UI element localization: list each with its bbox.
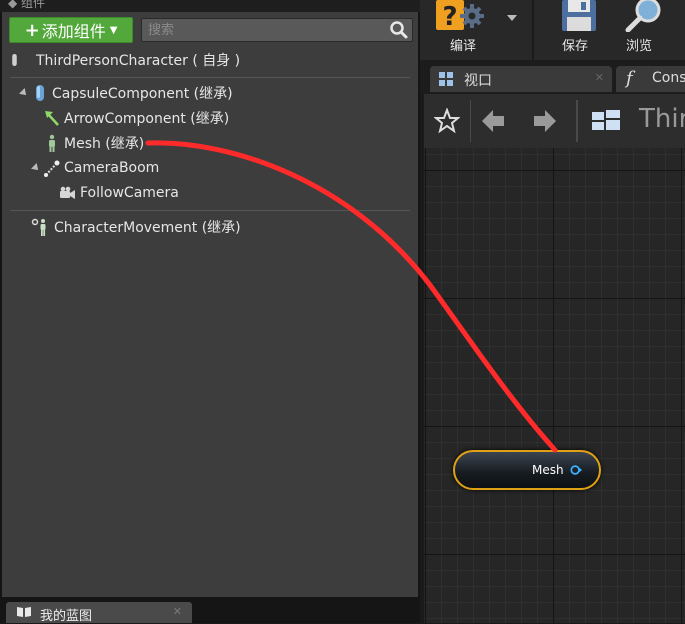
output-pin-icon[interactable] [570,464,582,476]
forward-arrow-icon[interactable] [532,108,558,134]
magnifier-icon [625,0,661,32]
arrow-component-icon [45,111,59,126]
capsule-icon [36,85,44,101]
tab-label: 我的蓝图 [40,609,93,624]
divider [576,100,578,142]
graph-title: Third [639,104,685,134]
event-graph-canvas[interactable] [424,148,685,623]
save-icon [562,0,596,31]
tab-fragment: ◆ 组件 [8,0,46,10]
tree-item-label: FollowCamera [80,185,179,201]
svg-text:?: ? [442,2,457,32]
spring-arm-icon [44,160,60,177]
editor-tab-bar: 视口 ✕ f Cons [420,60,685,94]
graph-viewport[interactable]: Third [424,94,685,623]
camera-icon [60,186,75,199]
tree-item-label: ArrowComponent (继承) [64,111,230,127]
tree-item-cameraboom[interactable]: CameraBoom [31,157,160,179]
compile-icon: ? [436,0,484,32]
skeletal-mesh-icon [49,134,55,152]
close-icon[interactable]: ✕ [173,605,182,618]
browse-button[interactable]: 浏览 [616,0,676,60]
tree-item-mesh[interactable]: Mesh (继承) [44,132,144,154]
components-panel: ◆ 组件 + 添加组件 ▼ ThirdPersonCharacter ( 自身 … [0,0,420,624]
tree-item-label: Mesh (继承) [64,136,145,152]
root-component-item[interactable]: ThirdPersonCharacter ( 自身 ) [10,49,240,71]
close-icon[interactable]: ✕ [595,71,604,84]
back-arrow-icon[interactable] [480,108,506,134]
plus-icon: + [24,19,40,41]
divider [10,77,410,78]
search-icon[interactable] [389,20,409,40]
components-list-panel: + 添加组件 ▼ ThirdPersonCharacter ( 自身 ) [2,12,418,597]
add-component-button[interactable]: + 添加组件 ▼ [9,17,133,43]
tab-construction-script[interactable]: f Cons [616,66,685,92]
movement-icon [31,218,46,236]
mesh-variable-node[interactable]: Mesh [453,450,601,490]
tree-item-label: CapsuleComponent (继承) [52,86,233,102]
tab-label: Cons [652,70,685,86]
character-icon [12,54,17,66]
expand-arrow-icon[interactable] [31,163,41,173]
graph-toolbar: Third [424,94,685,149]
browse-label: 浏览 [626,39,653,54]
blueprint-graph-icon [592,110,620,130]
save-label: 保存 [562,39,589,54]
toolbar-separator [532,0,534,60]
blueprint-toolbar: ? 编译 保存 浏览 [420,0,685,60]
node-label: Mesh [532,463,564,477]
search-input[interactable] [148,21,378,39]
tree-item-capsule[interactable]: CapsuleComponent (继承) [19,82,233,104]
viewport-icon [439,72,453,86]
compile-label: 编译 [450,39,477,54]
expand-arrow-icon[interactable] [19,88,29,98]
add-component-label: 添加组件 [41,22,106,41]
tab-label: 视口 [464,73,492,89]
chevron-down-icon: ▼ [109,24,118,36]
star-icon[interactable] [434,108,460,134]
root-component-label: ThirdPersonCharacter ( 自身 ) [36,53,241,69]
book-icon [17,607,31,617]
tree-item-label: CameraBoom [64,160,160,176]
tree-item-charactermovement[interactable]: CharacterMovement (继承) [30,216,241,238]
tree-item-followcamera[interactable]: FollowCamera [58,182,179,204]
components-tab-strip: ◆ 组件 [0,0,420,12]
tree-item-label: CharacterMovement (继承) [54,220,241,236]
divider [10,210,410,211]
divider [470,100,471,142]
save-button[interactable]: 保存 [554,0,606,60]
function-icon: f [626,68,633,89]
tree-item-arrow[interactable]: ArrowComponent (继承) [44,107,229,129]
search-box[interactable] [141,18,413,42]
compile-button[interactable]: ? 编译 [426,0,517,60]
chevron-down-icon[interactable] [506,14,518,22]
my-blueprint-tab[interactable]: 我的蓝图 ✕ [6,602,192,624]
tab-viewport[interactable]: 视口 ✕ [430,66,612,92]
